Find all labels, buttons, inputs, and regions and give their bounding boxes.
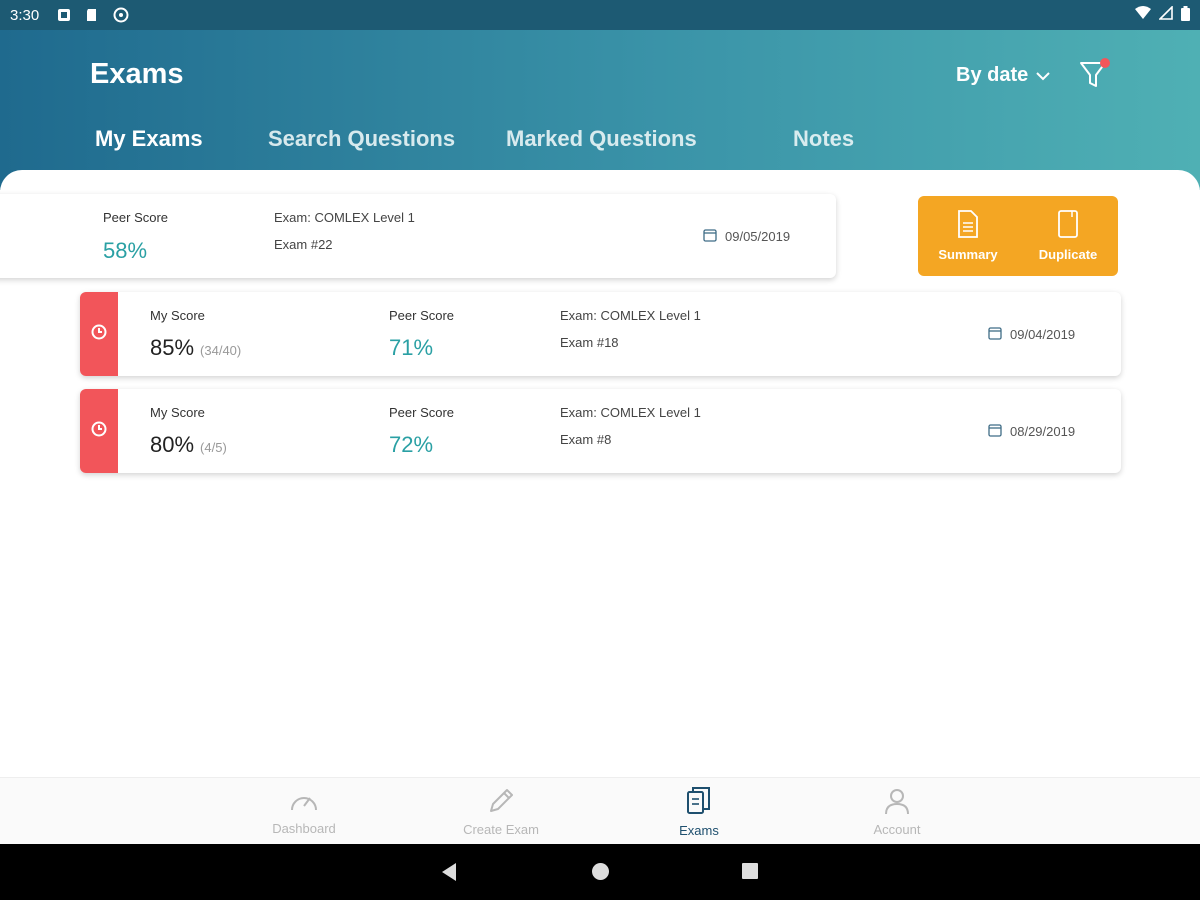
- tab-notes[interactable]: Notes: [793, 126, 854, 152]
- nav-account[interactable]: Account: [837, 778, 957, 845]
- nav-create-exam[interactable]: Create Exam: [441, 778, 561, 845]
- exam-date-text: 09/05/2019: [725, 229, 791, 244]
- peer-score-label: Peer Score: [103, 210, 169, 225]
- exam-status-bar: [80, 389, 118, 473]
- filter-active-badge: [1100, 58, 1110, 68]
- nav-create-exam-label: Create Exam: [463, 821, 539, 837]
- calendar-icon: [988, 326, 1002, 343]
- filter-button[interactable]: [1078, 58, 1112, 92]
- filter-icon: [1078, 62, 1108, 94]
- user-icon: [883, 787, 911, 818]
- exam-date: 08/29/2019: [988, 423, 1075, 440]
- timer-icon: [91, 324, 107, 345]
- card-actions: Summary Duplicate: [918, 196, 1118, 276]
- duplicate-button[interactable]: Duplicate: [1018, 196, 1118, 276]
- exam-date-text: 08/29/2019: [1010, 424, 1076, 439]
- peer-score-label: Peer Score: [389, 308, 455, 323]
- my-score-percent: 80%: [150, 432, 195, 457]
- timer-icon: [91, 421, 107, 442]
- bottom-nav: Dashboard Create Exam Exams Account: [0, 777, 1200, 844]
- my-score-value: 85% (34/40): [150, 335, 241, 361]
- page-title: Exams: [90, 58, 184, 90]
- duplicate-label: Duplicate: [1038, 247, 1098, 262]
- exam-name: Exam: COMLEX Level 1: [274, 210, 415, 225]
- summary-button[interactable]: Summary: [918, 196, 1018, 276]
- peer-score-value: 72%: [389, 432, 434, 457]
- my-score-value: 80% (4/5): [150, 432, 227, 458]
- status-right: [1135, 5, 1190, 25]
- my-score-percent: 85%: [150, 335, 195, 360]
- system-nav-bar: [0, 844, 1200, 900]
- summary-label: Summary: [938, 247, 998, 262]
- document-icon: [957, 210, 979, 241]
- my-score-fraction: (4/5): [200, 440, 227, 455]
- peer-score-label: Peer Score: [389, 405, 455, 420]
- notification-icon: [57, 8, 71, 22]
- speedometer-icon: [289, 788, 319, 817]
- back-icon[interactable]: [440, 862, 460, 887]
- sort-dropdown[interactable]: By date: [956, 64, 1050, 87]
- documents-icon: [686, 786, 712, 819]
- battery-icon: [1181, 5, 1190, 25]
- my-score-fraction: (34/40): [200, 343, 242, 358]
- my-score-label: My Score: [150, 405, 205, 420]
- home-icon[interactable]: [591, 862, 610, 886]
- pencil-icon: [487, 787, 515, 818]
- exam-name: Exam: COMLEX Level 1: [560, 308, 701, 323]
- tab-bar: My Exams Search Questions Marked Questio…: [0, 126, 1200, 166]
- peer-score-value: 58%: [103, 238, 148, 263]
- exam-date: 09/04/2019: [988, 326, 1075, 343]
- exam-card[interactable]: My Score 85% (34/40) Peer Score 71% Exam:…: [80, 292, 1121, 376]
- sd-card-icon: [85, 8, 99, 22]
- peer-score-value: 71%: [389, 335, 434, 360]
- tab-marked-questions[interactable]: Marked Questions: [506, 126, 697, 152]
- status-time: 3:30: [10, 6, 40, 24]
- nav-exams-label: Exams: [679, 822, 719, 838]
- calendar-icon: [988, 423, 1002, 440]
- nav-exams[interactable]: Exams: [639, 778, 759, 845]
- sort-label: By date: [956, 64, 1029, 86]
- exam-card[interactable]: My Score 80% (4/5) Peer Score 72% Exam: C…: [80, 389, 1121, 473]
- status-bar: 3:30: [0, 0, 1200, 30]
- signal-icon: [1158, 5, 1173, 24]
- nav-dashboard[interactable]: Dashboard: [244, 778, 364, 845]
- exam-number: Exam #18: [560, 335, 619, 350]
- exam-date-text: 09/04/2019: [1010, 327, 1076, 342]
- wifi-icon: [1135, 6, 1151, 24]
- exam-number: Exam #8: [560, 432, 612, 447]
- tab-search-questions[interactable]: Search Questions: [268, 126, 455, 152]
- calendar-icon: [703, 228, 717, 245]
- exam-number: Exam #22: [274, 237, 333, 252]
- chevron-down-icon: [1036, 64, 1050, 87]
- exam-card[interactable]: Peer Score 58% Exam: COMLEX Level 1 Exam…: [0, 194, 836, 278]
- copy-icon: [1057, 210, 1079, 241]
- exam-status-bar: [80, 292, 118, 376]
- exam-date: 09/05/2019: [703, 228, 790, 245]
- exam-name: Exam: COMLEX Level 1: [560, 405, 701, 420]
- sync-icon: [113, 7, 129, 23]
- nav-account-label: Account: [873, 821, 921, 837]
- tab-my-exams[interactable]: My Exams: [95, 126, 203, 152]
- header: Exams By date My Exams Search Questions …: [0, 30, 1200, 190]
- recents-icon[interactable]: [741, 862, 759, 885]
- my-score-label: My Score: [150, 308, 205, 323]
- nav-dashboard-label: Dashboard: [272, 820, 336, 836]
